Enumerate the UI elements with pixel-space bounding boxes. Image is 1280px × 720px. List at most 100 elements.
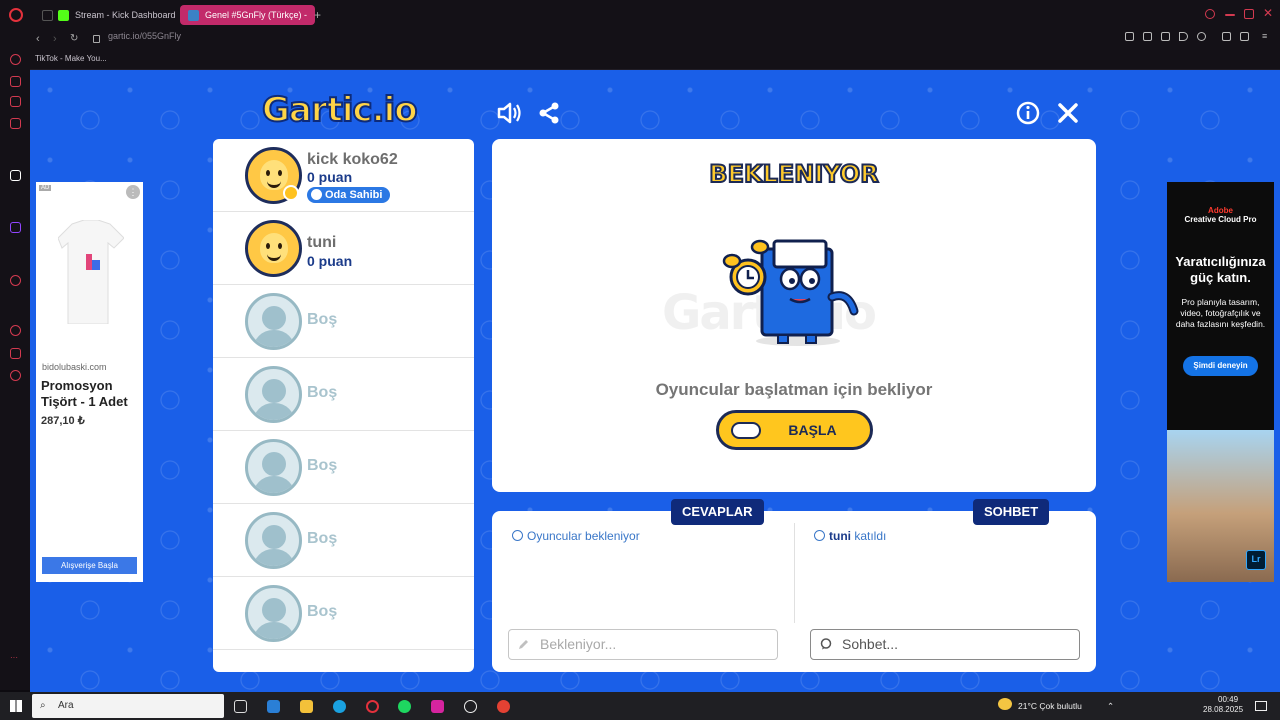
pencil-icon bbox=[519, 640, 528, 649]
windows-start-icon[interactable] bbox=[10, 700, 22, 712]
user-silhouette-icon bbox=[262, 452, 286, 476]
minimize-icon[interactable] bbox=[1225, 14, 1235, 16]
empty-avatar bbox=[245, 293, 302, 350]
tab-chat[interactable]: SOHBET bbox=[973, 499, 1050, 525]
waiting-mascot-illustration bbox=[718, 237, 870, 347]
forward-icon[interactable]: › bbox=[53, 33, 57, 45]
notification-icon[interactable] bbox=[1255, 701, 1267, 711]
sidebar-player-icon[interactable] bbox=[10, 118, 21, 129]
tab-label: Stream - Kick Dashboard bbox=[75, 10, 176, 20]
tab-answers[interactable]: CEVAPLAR bbox=[671, 499, 764, 525]
ad-banner-right[interactable]: Adobe Creative Cloud Pro Yaratıcılığınıza… bbox=[1167, 182, 1274, 582]
chat-input[interactable]: Sohbet... bbox=[810, 629, 1080, 660]
tray-chevron-icon[interactable]: ⌃ bbox=[1107, 701, 1114, 712]
search-icon[interactable] bbox=[1205, 9, 1215, 19]
adobe-brand: Adobe Creative Cloud Pro bbox=[1167, 206, 1274, 224]
tab-gartic[interactable]: Genel #5GnFly (Türkçe) - bbox=[180, 5, 316, 25]
answer-input[interactable]: Bekleniyor... bbox=[508, 629, 778, 660]
account-icon[interactable] bbox=[1222, 32, 1231, 41]
sidebar-aria-icon[interactable] bbox=[10, 54, 21, 65]
sidebar-history-icon[interactable] bbox=[10, 325, 21, 336]
avatar-face-icon bbox=[260, 160, 288, 190]
user-silhouette-icon bbox=[262, 598, 286, 622]
chat-info-text: katıldı bbox=[854, 529, 887, 543]
answers-info-text: Oyuncular bekleniyor bbox=[527, 529, 640, 543]
ad-price: 287,10 ₺ bbox=[41, 415, 85, 427]
answers-info: Oyuncular bekleniyor bbox=[512, 529, 640, 543]
sidebar-twitch-icon[interactable] bbox=[10, 222, 21, 233]
obs-icon[interactable] bbox=[464, 700, 477, 713]
waiting-panel: BEKLENIYOR Gartic.io bbox=[492, 139, 1096, 492]
start-button[interactable]: BAŞLA bbox=[716, 410, 873, 450]
player-row[interactable]: kick koko62 0 puan Oda Sahibi bbox=[213, 139, 474, 212]
empty-slot: Boş bbox=[213, 285, 474, 358]
pin-icon[interactable] bbox=[1125, 32, 1134, 41]
shield-icon[interactable] bbox=[1161, 32, 1170, 41]
heart-icon[interactable] bbox=[1197, 32, 1206, 41]
bookmark-tiktok[interactable]: TikTok - Make You... bbox=[35, 54, 107, 63]
player-list: kick koko62 0 puan Oda Sahibi tuni 0 pua… bbox=[213, 139, 474, 672]
opera-sidebar: ··· bbox=[0, 50, 30, 690]
taskbar-search[interactable]: ⌕ Ara bbox=[32, 694, 224, 718]
empty-slot: Boş bbox=[213, 504, 474, 577]
instagram-icon[interactable] bbox=[431, 700, 444, 713]
opera-taskbar-icon[interactable] bbox=[366, 700, 379, 713]
player-row[interactable]: tuni 0 puan bbox=[213, 212, 474, 285]
reload-icon[interactable]: ↻ bbox=[70, 33, 78, 44]
kick-favicon-icon bbox=[58, 9, 69, 21]
sidebar-more-icon[interactable]: ··· bbox=[10, 654, 21, 665]
clock[interactable]: 00:49 28.08.2025 bbox=[1203, 695, 1243, 715]
sound-icon[interactable] bbox=[496, 100, 522, 126]
ms-store-icon[interactable] bbox=[267, 700, 280, 713]
sidebar-play-icon[interactable] bbox=[10, 275, 21, 286]
clock-time: 00:49 bbox=[1218, 695, 1239, 704]
new-tab-button[interactable]: + bbox=[306, 5, 329, 25]
ad-brand: bidolubaski.com bbox=[42, 362, 107, 372]
gartic-logo[interactable]: Gartic.io bbox=[261, 89, 419, 131]
sidebar-kick-icon[interactable] bbox=[10, 170, 21, 181]
info-icon[interactable] bbox=[1015, 100, 1041, 126]
back-icon[interactable]: ‹ bbox=[36, 33, 40, 45]
adobe-product: Creative Cloud Pro bbox=[1184, 215, 1257, 224]
ad-headline: Yaratıcılığınıza güç katın. bbox=[1175, 254, 1266, 285]
owner-smile-icon bbox=[311, 189, 322, 200]
bookmarks-bar bbox=[0, 50, 1280, 70]
menu-icon[interactable]: ≡ bbox=[1262, 32, 1271, 41]
gartic-game: Gartic.io kick koko62 0 puan Oda Sahibi bbox=[30, 70, 1280, 692]
maximize-icon[interactable] bbox=[1244, 9, 1254, 19]
gamepad-icon bbox=[731, 422, 761, 439]
info-circle-icon bbox=[512, 530, 523, 541]
sidebar-bag-icon[interactable] bbox=[10, 76, 21, 87]
weather-text[interactable]: 21°C Çok bulutlu bbox=[1018, 701, 1082, 711]
ad-try-button[interactable]: Şimdi deneyin bbox=[1183, 356, 1258, 376]
edge-icon[interactable] bbox=[333, 700, 346, 713]
chrome-icon[interactable] bbox=[497, 700, 510, 713]
ad-shop-button[interactable]: Alışverişe Başla bbox=[42, 557, 137, 574]
tab-bar: Stream - Kick Dashboard Genel #5GnFly (T… bbox=[0, 0, 1280, 30]
url-field[interactable]: gartic.io/055GnFly bbox=[108, 31, 181, 41]
empty-slot: Boş bbox=[213, 431, 474, 504]
download-icon[interactable] bbox=[1240, 32, 1249, 41]
ad-options-icon[interactable]: ⋮ bbox=[126, 185, 140, 199]
waiting-message: Oyuncular başlatman için bekliyor bbox=[655, 380, 933, 399]
sidebar-settings-icon[interactable] bbox=[10, 370, 21, 381]
sidebar-pinboard-icon[interactable] bbox=[10, 96, 21, 107]
spotify-icon[interactable] bbox=[398, 700, 411, 713]
opera-logo-icon[interactable] bbox=[9, 8, 23, 22]
sidebar-extensions-icon[interactable] bbox=[10, 348, 21, 359]
empty-slot-label: Boş bbox=[307, 457, 338, 474]
close-window-icon[interactable]: ✕ bbox=[1263, 7, 1273, 19]
tab-kick[interactable]: Stream - Kick Dashboard bbox=[50, 5, 184, 25]
snapshot-icon[interactable] bbox=[1143, 32, 1152, 41]
exit-icon[interactable] bbox=[1055, 100, 1081, 126]
file-explorer-icon[interactable] bbox=[300, 700, 313, 713]
task-view-icon[interactable] bbox=[234, 700, 247, 713]
ad-banner-left[interactable]: AD ⋮ bidolubaski.com Promosyon Tişört - … bbox=[36, 182, 143, 582]
play-icon[interactable] bbox=[1179, 32, 1188, 41]
avatar-face-icon bbox=[260, 233, 288, 263]
empty-slot: Boş bbox=[213, 577, 474, 650]
empty-avatar bbox=[245, 366, 302, 423]
share-icon[interactable] bbox=[536, 100, 562, 126]
weather-icon bbox=[998, 698, 1012, 710]
ad-tag: AD bbox=[39, 185, 52, 191]
